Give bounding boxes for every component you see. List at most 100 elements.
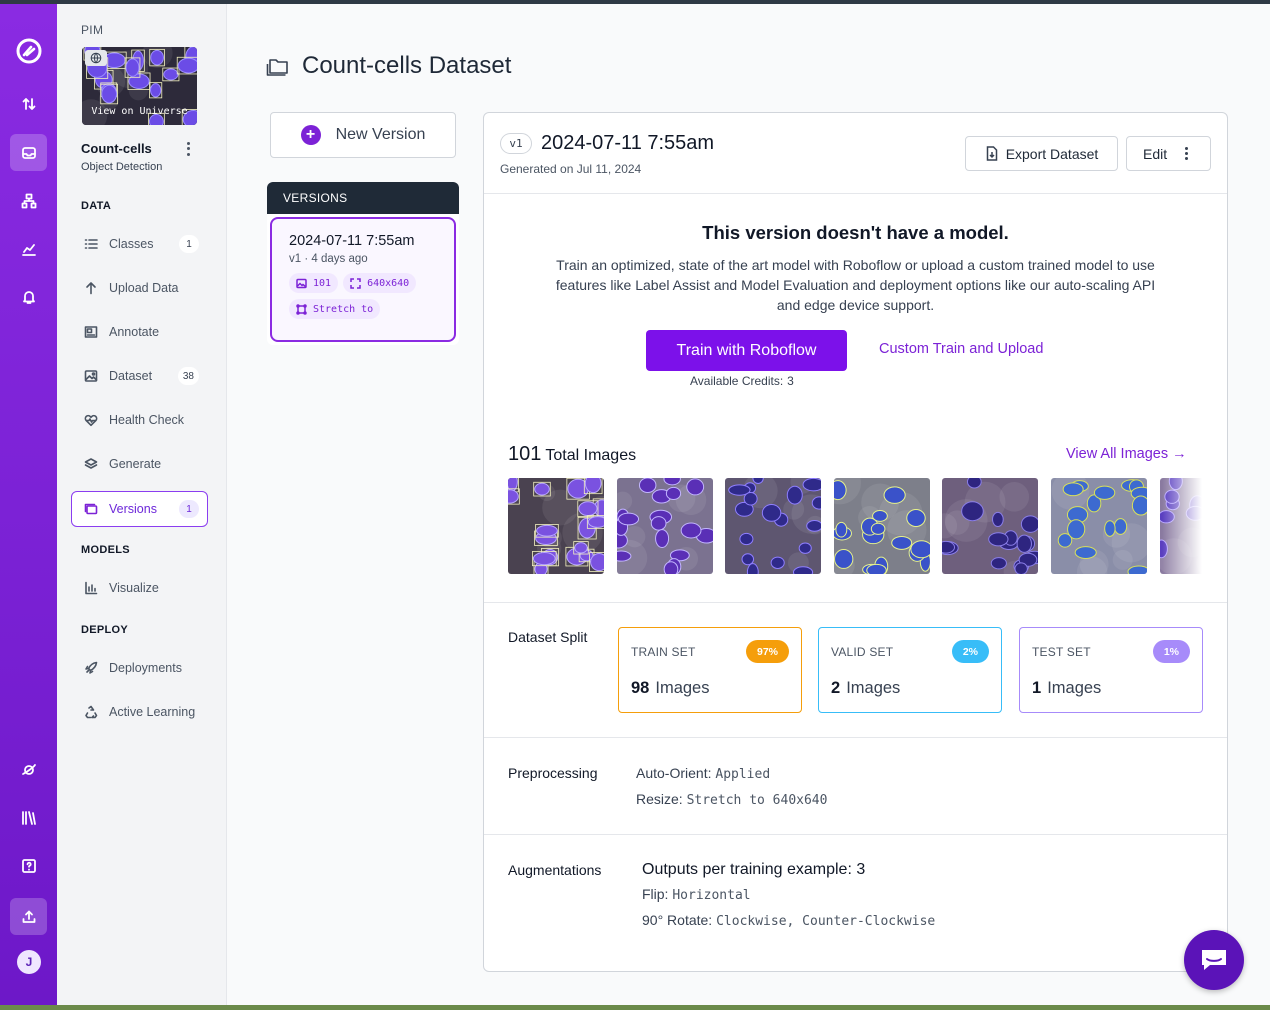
- dataset-image-thumbnail[interactable]: [833, 478, 930, 574]
- train-set-name: TRAIN SET: [631, 645, 696, 659]
- analytics-icon[interactable]: [10, 230, 47, 267]
- edit-button[interactable]: Edit: [1126, 136, 1211, 171]
- sidebar-item-deployments[interactable]: Deployments: [71, 650, 208, 686]
- dataset-image-thumbnail[interactable]: [508, 478, 604, 574]
- sidebar-item-active-learning[interactable]: Active Learning: [71, 694, 208, 730]
- heartbeat-icon: [84, 413, 98, 427]
- rotate-row: 90° Rotate: Clockwise, Counter-Clockwise: [642, 912, 936, 929]
- available-credits: Available Credits: 3: [690, 374, 794, 388]
- version-item-subtitle: v1 · 4 days ago: [289, 253, 368, 265]
- version-badge: v1: [500, 133, 532, 154]
- section-models-label: MODELS: [81, 544, 130, 556]
- project-type: Object Detection: [81, 161, 163, 173]
- list-icon: [84, 237, 98, 251]
- sidebar-item-health-check[interactable]: Health Check: [71, 402, 208, 438]
- sidebar-item-classes[interactable]: Classes 1: [71, 226, 208, 262]
- export-dataset-button[interactable]: Export Dataset: [965, 136, 1118, 171]
- sidebar-item-label: Annotate: [109, 325, 160, 339]
- outputs-per-example: Outputs per training example: 3: [642, 861, 866, 878]
- flip-row: Flip: Horizontal: [642, 886, 751, 903]
- test-set-count: 1 Images: [1032, 679, 1102, 697]
- kebab-menu-icon: [1184, 147, 1188, 160]
- chat-button[interactable]: [1184, 930, 1244, 990]
- section-data-label: DATA: [81, 200, 112, 212]
- valid-set-count: 2 Images: [831, 679, 901, 697]
- bell-icon[interactable]: [10, 278, 47, 315]
- project-name: Count-cells: [81, 141, 152, 156]
- strip-fade: [1162, 478, 1202, 575]
- version-list-item[interactable]: 2024-07-11 7:55am v1 · 4 days ago 101 64…: [270, 217, 456, 342]
- globe-icon: [85, 50, 107, 66]
- icon-rail: J: [0, 4, 57, 1005]
- train-with-roboflow-button[interactable]: Train with Roboflow: [646, 330, 847, 371]
- new-version-button[interactable]: + New Version: [270, 112, 456, 158]
- project-thumbnail[interactable]: View on Universe: [82, 47, 197, 125]
- sidebar-item-generate[interactable]: Generate: [71, 446, 208, 482]
- library-icon[interactable]: [10, 799, 47, 836]
- plus-icon: +: [300, 125, 321, 145]
- auto-orient-row: Auto-Orient: Applied: [636, 765, 771, 782]
- help-icon[interactable]: [10, 847, 47, 884]
- divider: [484, 834, 1227, 835]
- planet-icon[interactable]: [10, 751, 47, 788]
- sidebar-item-label: Health Check: [109, 413, 185, 427]
- project-menu-icon[interactable]: [182, 141, 194, 157]
- section-deploy-label: DEPLOY: [81, 624, 129, 636]
- divider: [484, 737, 1227, 738]
- sidebar-item-count: 1: [179, 235, 199, 253]
- total-images-label: Total Images: [545, 447, 637, 464]
- hierarchy-icon[interactable]: [10, 182, 47, 219]
- file-download-icon: [986, 146, 997, 161]
- version-detail-card: v1 2024-07-11 7:55am Generated on Jul 11…: [483, 112, 1228, 972]
- image-preview-strip: [508, 478, 1202, 575]
- version-title: 2024-07-11 7:55am: [541, 132, 715, 154]
- sidebar-item-upload-data[interactable]: Upload Data: [71, 270, 208, 306]
- avatar[interactable]: J: [17, 950, 41, 974]
- sidebar-item-visualize[interactable]: Visualize: [71, 570, 208, 606]
- divider: [484, 602, 1227, 603]
- sidebar-item-label: Deployments: [109, 661, 182, 675]
- sidebar-item-annotate[interactable]: Annotate: [71, 314, 208, 350]
- app-window: J PIM View on Universe Count-cells Objec…: [0, 0, 1270, 1005]
- version-header: v1 2024-07-11 7:55am Generated on Jul 11…: [484, 113, 1227, 194]
- sidebar-item-count: 38: [177, 367, 199, 385]
- sidebar-item-versions[interactable]: Versions 1: [71, 491, 208, 527]
- roboflow-logo-icon[interactable]: [14, 36, 44, 66]
- credits-value: 3: [787, 374, 794, 388]
- train-set-count: 98 Images: [631, 679, 710, 697]
- augmentations-label: Augmentations: [508, 862, 602, 878]
- test-set-percent: 1%: [1152, 640, 1190, 663]
- sidebar-item-label: Visualize: [109, 581, 159, 595]
- resize-chip: Stretch to: [289, 299, 381, 319]
- test-set-card: TEST SET 1% 1 Images: [1019, 627, 1203, 713]
- chart-icon: [84, 581, 98, 595]
- image-icon: [296, 278, 307, 288]
- new-version-label: New Version: [335, 126, 426, 143]
- versions-heading: VERSIONS: [267, 182, 459, 214]
- resize-row: Resize: Stretch to 640x640: [636, 791, 828, 808]
- image-size-chip: 640x640: [343, 273, 417, 293]
- train-set-percent: 97%: [745, 640, 789, 663]
- annotate-icon: [84, 325, 98, 339]
- sort-arrows-icon[interactable]: [10, 85, 47, 122]
- inbox-icon[interactable]: [10, 134, 47, 171]
- recycle-icon: [84, 705, 98, 719]
- dataset-image-thumbnail[interactable]: [616, 478, 713, 574]
- sidebar-item-label: Dataset: [109, 369, 153, 383]
- valid-set-card: VALID SET 2% 2 Images: [818, 627, 1002, 713]
- image-count-chip: 101: [289, 273, 339, 293]
- dataset-image-thumbnail[interactable]: [942, 478, 1039, 574]
- test-set-name: TEST SET: [1032, 645, 1091, 659]
- custom-train-upload-link[interactable]: Custom Train and Upload: [879, 341, 1043, 357]
- dataset-image-thumbnail[interactable]: [725, 478, 822, 574]
- view-all-images-link[interactable]: View All Images →: [1066, 446, 1187, 462]
- preprocessing-label: Preprocessing: [508, 765, 598, 781]
- expand-icon: [350, 277, 361, 289]
- upload-icon[interactable]: [10, 898, 47, 935]
- view-on-universe-link[interactable]: View on Universe: [82, 106, 197, 117]
- dataset-image-thumbnail[interactable]: [1051, 478, 1147, 574]
- upload-arrow-icon: [84, 281, 98, 295]
- image-icon: [84, 369, 98, 383]
- sidebar-item-dataset[interactable]: Dataset 38: [71, 358, 208, 394]
- sidebar-item-label: Active Learning: [109, 705, 196, 719]
